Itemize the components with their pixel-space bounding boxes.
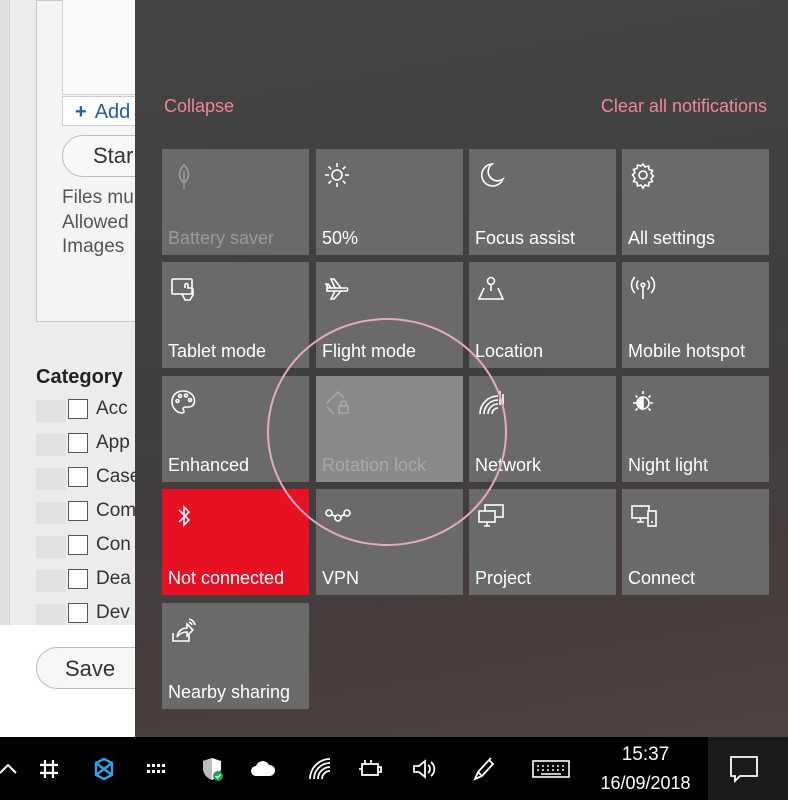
tile-label: Project — [475, 568, 531, 589]
upload-note: Files mu — [62, 187, 134, 209]
gear-icon — [629, 161, 661, 191]
palette-icon — [169, 388, 201, 418]
chevron-up-icon[interactable] — [0, 755, 22, 783]
category-checkbox[interactable]: App — [68, 432, 135, 456]
volume-icon[interactable] — [410, 755, 438, 783]
hotspot-icon — [629, 274, 661, 304]
tile-all-settings[interactable]: All settings — [622, 149, 769, 255]
checkbox-icon — [68, 433, 88, 453]
tile-mobile-hotspot[interactable]: Mobile hotspot — [622, 262, 769, 368]
tile-label: Network — [475, 455, 541, 476]
tile-flight-mode[interactable]: Flight mode — [316, 262, 463, 368]
taskbar: 15:37 16/09/2018 — [0, 737, 788, 800]
moon-icon — [476, 161, 508, 191]
checkbox-icon — [68, 603, 88, 623]
tile-label: 50% — [322, 228, 358, 249]
category-checkbox[interactable]: Dea — [68, 568, 135, 592]
wifi-icon — [476, 388, 508, 418]
nearby-sharing-icon — [169, 615, 201, 645]
night-light-icon — [629, 388, 661, 418]
tile-label: Mobile hotspot — [628, 341, 745, 362]
add-file-label: Add — [95, 101, 131, 123]
tile-focus-assist[interactable]: Focus assist — [469, 149, 616, 255]
save-button[interactable]: Save — [36, 647, 135, 689]
background-web-page: + Add Star Files mu Allowed Images Catego… — [0, 0, 135, 737]
checkbox-icon — [68, 399, 88, 419]
connect-icon — [629, 501, 661, 531]
defender-icon[interactable] — [198, 755, 226, 783]
tile-label: Tablet mode — [168, 341, 266, 362]
category-checkbox[interactable]: Dev — [68, 602, 135, 626]
tile-label: VPN — [322, 568, 359, 589]
tile-vpn[interactable]: VPN — [316, 489, 463, 595]
clock-time: 15:37 — [588, 743, 703, 767]
tile-battery-saver[interactable]: Battery saver — [162, 149, 309, 255]
dynamics-icon[interactable] — [90, 755, 118, 783]
tile-connect[interactable]: Connect — [622, 489, 769, 595]
category-heading: Category — [36, 366, 123, 389]
taskbar-clock[interactable]: 15:37 16/09/2018 — [588, 743, 703, 797]
tile-label: Not connected — [168, 568, 284, 589]
upload-note: Images — [62, 236, 124, 258]
location-icon — [476, 274, 508, 304]
checkbox-icon — [68, 569, 88, 589]
tablet-icon — [169, 274, 201, 304]
action-center-button[interactable] — [708, 737, 788, 800]
tile-bluetooth[interactable]: Not connected — [162, 489, 309, 595]
category-checkbox[interactable]: Com — [68, 500, 135, 524]
start-upload-button[interactable]: Star — [62, 135, 135, 177]
clock-date: 16/09/2018 — [588, 769, 703, 797]
tile-project[interactable]: Project — [469, 489, 616, 595]
tile-label: Location — [475, 341, 543, 362]
keyboard-icon[interactable] — [531, 755, 571, 783]
pen-icon[interactable] — [469, 755, 497, 783]
tile-label: Nearby sharing — [168, 682, 290, 703]
add-file-link[interactable]: + Add — [62, 96, 135, 126]
category-checkbox[interactable]: Con — [68, 534, 135, 558]
airplane-icon — [323, 274, 355, 304]
tile-label: All settings — [628, 228, 715, 249]
tile-label: Night light — [628, 455, 708, 476]
collapse-link[interactable]: Collapse — [164, 96, 234, 117]
tile-label: Flight mode — [322, 341, 416, 362]
tile-rotation-lock[interactable]: Rotation lock — [316, 376, 463, 482]
checkbox-icon — [68, 467, 88, 487]
upload-note: Allowed — [62, 212, 129, 234]
tile-label: Connect — [628, 568, 695, 589]
checkbox-icon — [68, 535, 88, 555]
tile-label: Focus assist — [475, 228, 575, 249]
category-checkbox[interactable]: Acc — [68, 398, 135, 422]
tile-nearby-sharing[interactable]: Nearby sharing — [162, 603, 309, 709]
tile-network[interactable]: Network — [469, 376, 616, 482]
wifi-icon[interactable] — [306, 755, 334, 783]
tile-label: Battery saver — [168, 228, 274, 249]
tile-tablet-mode[interactable]: Tablet mode — [162, 262, 309, 368]
vpn-icon — [323, 501, 355, 531]
power-icon[interactable] — [356, 755, 384, 783]
checkbox-icon — [68, 501, 88, 521]
clear-all-notifications-link[interactable]: Clear all notifications — [601, 96, 767, 117]
slack-icon[interactable] — [35, 755, 63, 783]
leaf-icon — [169, 161, 201, 191]
tile-night-light[interactable]: Night light — [622, 376, 769, 482]
app-grid-icon[interactable] — [143, 755, 171, 783]
tile-brightness[interactable]: 50% — [316, 149, 463, 255]
category-checkbox[interactable]: Case — [68, 466, 135, 490]
rotation-lock-icon — [323, 388, 355, 418]
tile-location[interactable]: Location — [469, 262, 616, 368]
file-drop-area[interactable] — [62, 0, 135, 95]
project-icon — [476, 501, 508, 531]
tile-label: Enhanced — [168, 455, 249, 476]
onedrive-icon[interactable] — [249, 755, 277, 783]
tile-enhanced[interactable]: Enhanced — [162, 376, 309, 482]
notification-icon — [728, 753, 760, 785]
plus-icon: + — [75, 101, 87, 123]
bluetooth-icon — [169, 501, 201, 531]
brightness-icon — [323, 161, 355, 191]
tile-label: Rotation lock — [322, 455, 426, 476]
